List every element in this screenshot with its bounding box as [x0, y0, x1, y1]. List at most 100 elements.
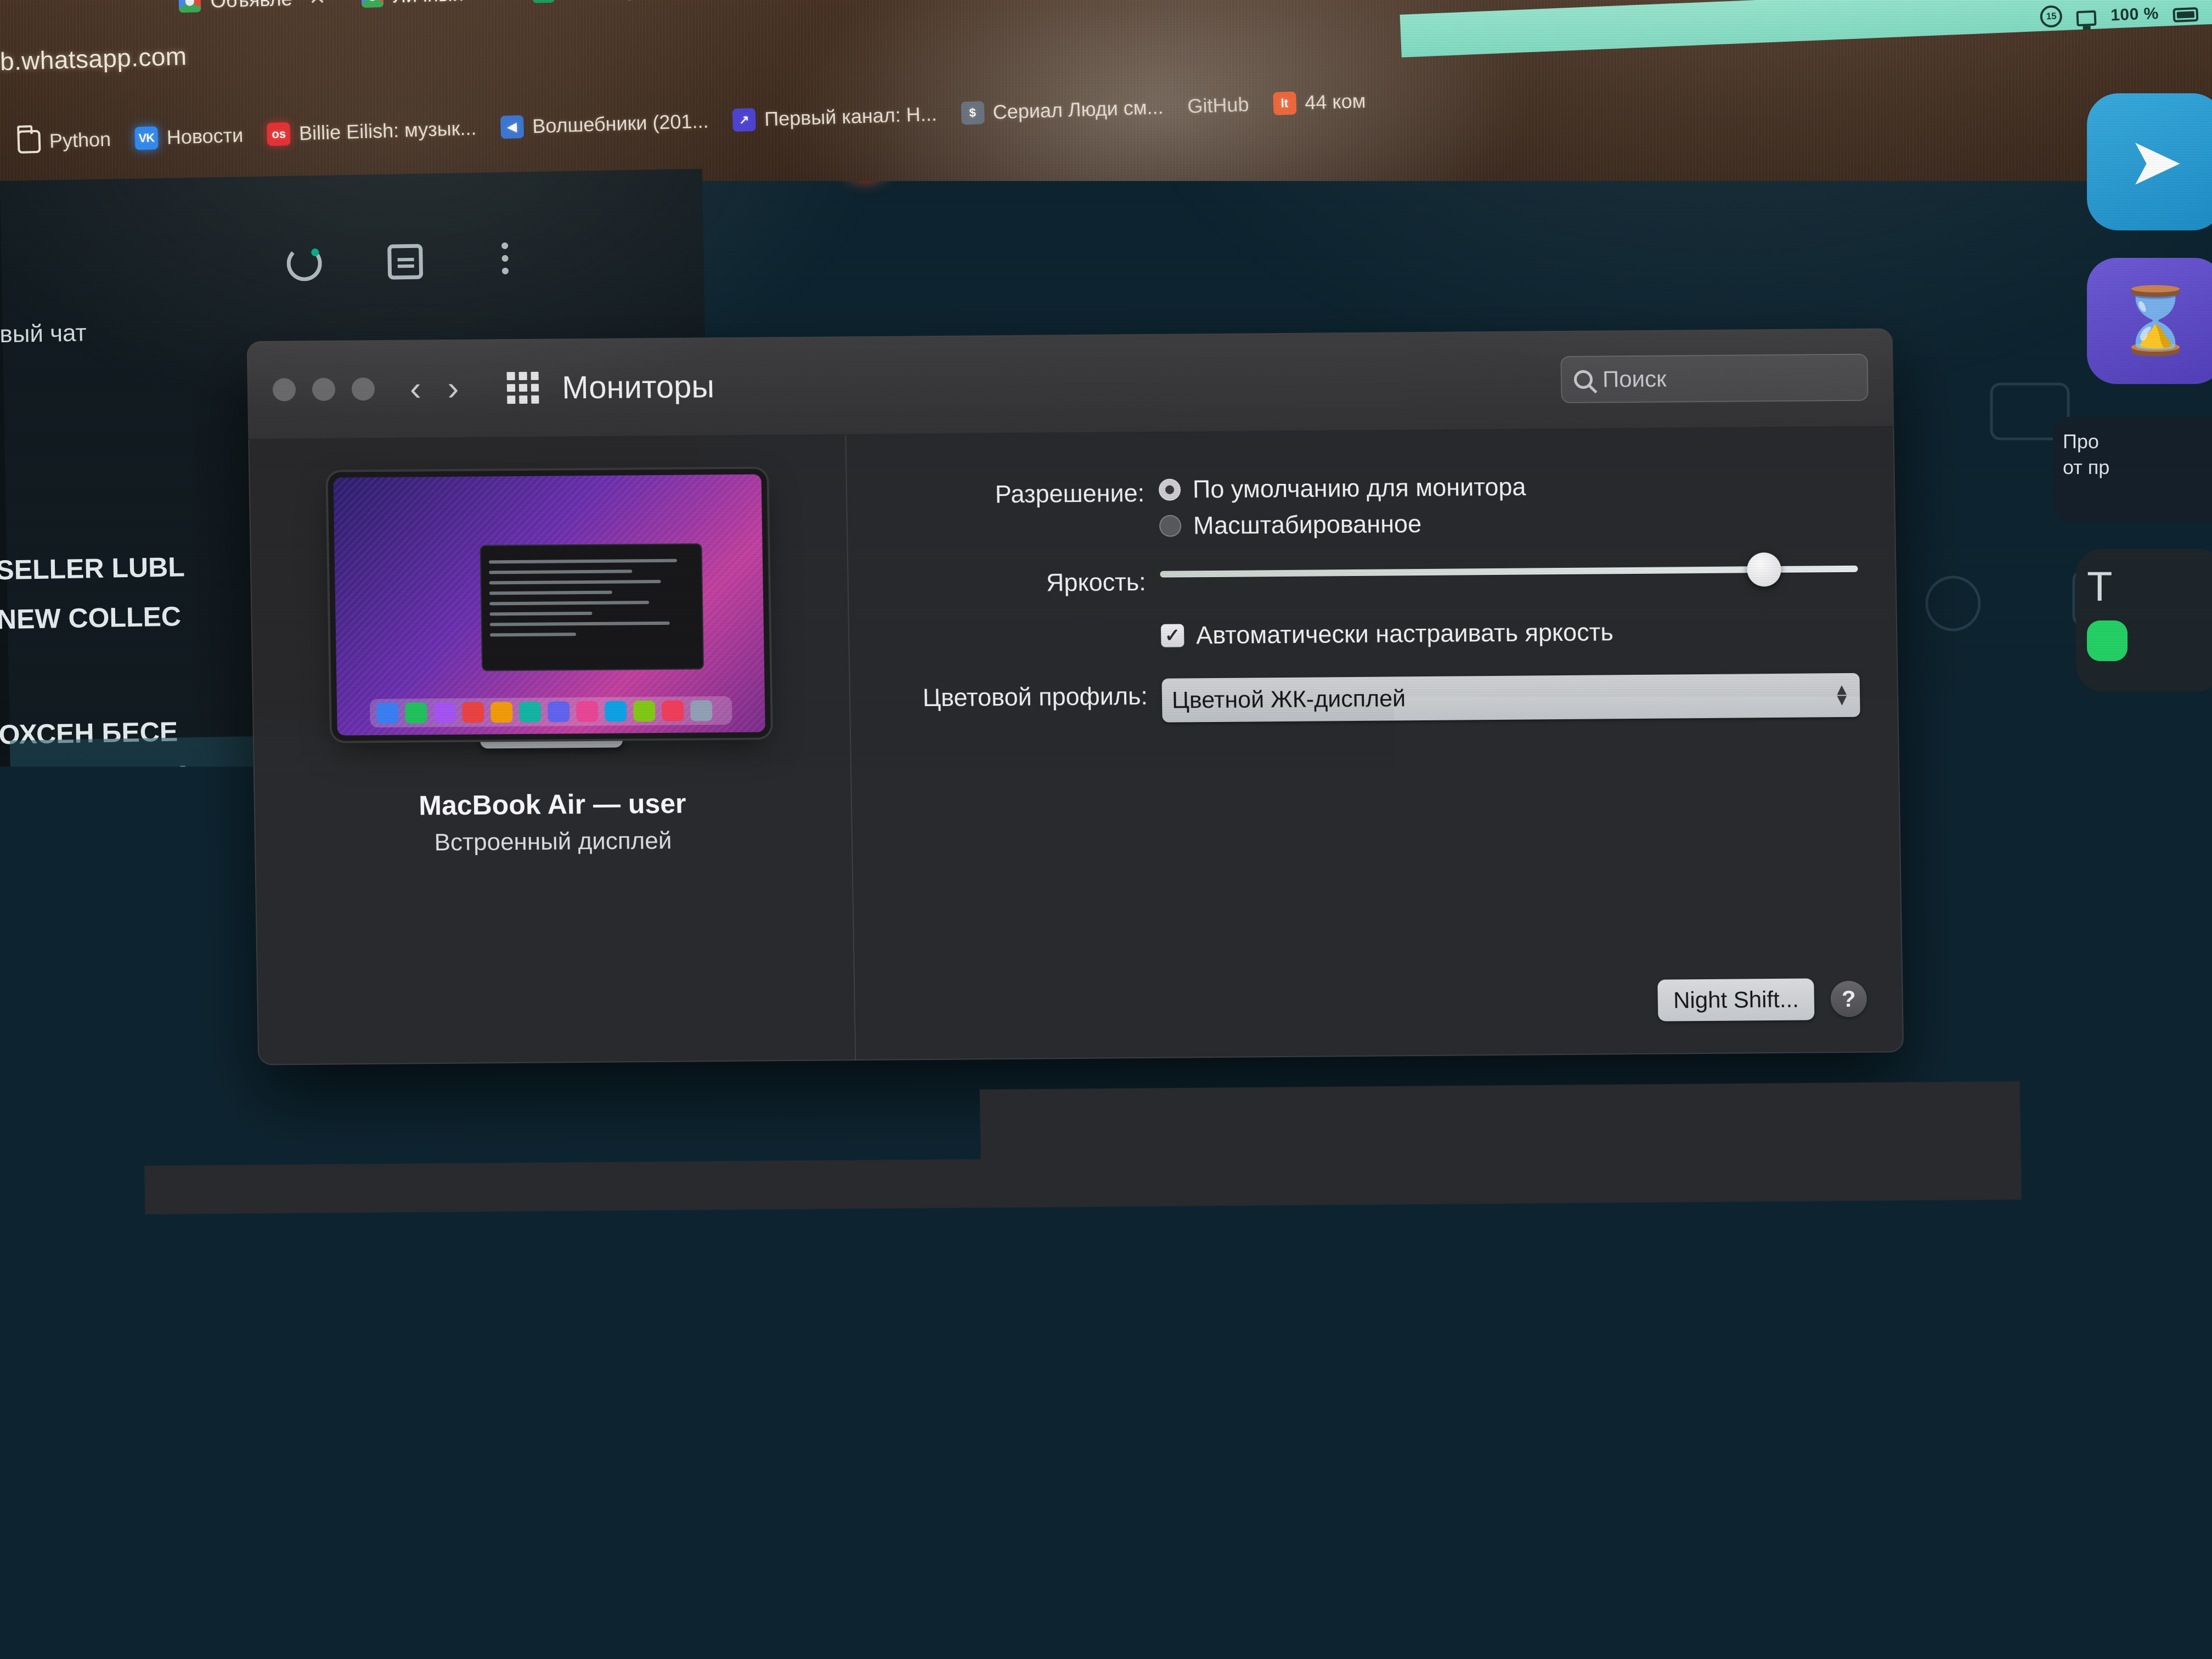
- url-text[interactable]: b.whatsapp.com: [0, 41, 187, 76]
- bookmark-python[interactable]: Python: [5, 127, 123, 154]
- auto-brightness-label: Автоматически настраивать яркость: [1196, 618, 1613, 650]
- promo-line-1: SELLER LUBL: [0, 551, 185, 586]
- chat-title: Первый Сад: [34, 1366, 702, 1408]
- search-placeholder: Поиск: [1602, 366, 1667, 393]
- bookmark-perviy-kanal[interactable]: ↗ Первый канал: Н...: [720, 102, 950, 132]
- display-settings-panel: Разрешение: По умолчанию для монитора Ма…: [846, 427, 1904, 1060]
- brightness-slider[interactable]: [1160, 559, 1858, 578]
- vk-icon: VK: [134, 126, 158, 150]
- bookmark-44-koment[interactable]: lt 44 ком: [1261, 89, 1378, 115]
- radio-label: По умолчанию для монитора: [1193, 473, 1526, 504]
- promo-line-5: Оптом Кроссы: [3, 957, 202, 992]
- chat-list[interactable]: а из Москвы Спасибо 10:44 🔇 71 оссы Сама…: [18, 1178, 724, 1431]
- window-titlebar[interactable]: ‹ › Мониторы Поиск: [247, 328, 1894, 440]
- telegram-icon: ➤: [2128, 124, 2183, 200]
- zoom-button[interactable]: [352, 377, 375, 400]
- bookmark-novosti[interactable]: VK Новости: [122, 123, 256, 150]
- tab-label: Личный: [393, 0, 464, 8]
- chevron-updown-icon[interactable]: ▲ ▼: [1833, 685, 1850, 705]
- calendar-grid[interactable]: П В С 3 4 5 10 11 12 17 18 19 24 25 26: [2059, 1081, 2212, 1268]
- calendar-day[interactable]: 19: [2166, 1203, 2212, 1227]
- folder-icon: [17, 130, 41, 154]
- help-button[interactable]: ?: [1830, 981, 1867, 1018]
- resolution-options[interactable]: По умолчанию для монитора Масштабированн…: [1159, 473, 1527, 540]
- weather-temperature: 13°: [2062, 1427, 2212, 1504]
- bookmark-label: Billie Eilish: музык...: [299, 116, 477, 145]
- calendar-day[interactable]: 11: [2117, 1161, 2167, 1186]
- bookmark-label: Python: [49, 128, 111, 153]
- search-icon: [1574, 370, 1593, 389]
- resolution-label: Разрешение:: [873, 476, 1159, 510]
- play-icon: ◀: [500, 115, 524, 139]
- chat-list-toolbar[interactable]: [286, 224, 672, 297]
- promo-widget[interactable]: Про от пр: [2053, 417, 2212, 521]
- auto-brightness-row[interactable]: ✓ Автоматически настраивать яркость: [1161, 616, 1859, 650]
- window-traffic-lights[interactable]: [273, 377, 375, 401]
- bookmark-label: GitHub: [1187, 93, 1249, 117]
- calendar-day[interactable]: 5: [2166, 1120, 2212, 1145]
- promo-line-a: Про: [2063, 429, 2212, 455]
- radio-icon[interactable]: [1159, 515, 1182, 537]
- message-text: Да брат: [1599, 1606, 1692, 1635]
- window-footer[interactable]: Night Shift... ?: [1657, 978, 1867, 1022]
- bookmark-serial-lyudi[interactable]: $ Сериал Люди см...: [949, 95, 1176, 126]
- calendar-day[interactable]: 17: [2067, 1203, 2117, 1227]
- radio-label: Масштабированное: [1193, 510, 1422, 540]
- menu-icon[interactable]: [501, 242, 511, 278]
- hourglass-widget[interactable]: ⌛: [2087, 258, 2212, 384]
- text-widget[interactable]: T: [2076, 549, 2212, 691]
- navigation-buttons[interactable]: ‹ ›: [409, 369, 459, 408]
- color-profile-select[interactable]: Цветной ЖК-дисплей ▲ ▼: [1161, 673, 1860, 723]
- radio-default-resolution[interactable]: По умолчанию для монитора: [1159, 473, 1526, 504]
- show-all-grid-icon[interactable]: [507, 372, 539, 404]
- brightness-row: Яркость:: [874, 559, 1858, 599]
- chat-list-item[interactable]: оссы Самарддин размер Фото перед отправк…: [19, 1266, 723, 1365]
- night-shift-button[interactable]: Night Shift...: [1657, 978, 1814, 1021]
- calendar-day[interactable]: 12: [2166, 1161, 2212, 1186]
- checkbox-icon[interactable]: ✓: [1161, 624, 1184, 647]
- text-widget-letter: T: [2087, 563, 2212, 611]
- chat-list-item[interactable]: Первый Сад 09:38: [21, 1353, 724, 1431]
- new-chat-icon[interactable]: [387, 244, 423, 280]
- status-icon[interactable]: [286, 246, 322, 281]
- chat-preview: Спасибо: [32, 1228, 699, 1265]
- brightness-label: Яркость:: [874, 565, 1160, 599]
- calendar-day[interactable]: 25: [2117, 1244, 2167, 1268]
- minimize-button[interactable]: [312, 378, 336, 401]
- calendar-day[interactable]: 26: [2166, 1244, 2212, 1268]
- chat-list-item[interactable]: а из Москвы Спасибо 10:44 🔇 71: [18, 1178, 721, 1278]
- forward-button[interactable]: ›: [447, 369, 459, 408]
- color-profile-label: Цветовой профиль:: [876, 679, 1162, 713]
- slider-knob[interactable]: [1747, 552, 1781, 586]
- bookmark-github[interactable]: GitHub: [1175, 93, 1261, 119]
- calendar-day[interactable]: 18: [2117, 1203, 2167, 1227]
- calendar-day-today[interactable]: 10: [2072, 1153, 2112, 1193]
- displays-preferences-window[interactable]: ‹ › Мониторы Поиск MacBook Air — user Вс…: [247, 328, 1904, 1065]
- calendar-day[interactable]: 24: [2067, 1244, 2117, 1268]
- calendar-widget[interactable]: АПРЕЛЬ П В С 3 4 5 10 11 12 17 18 19 24 …: [2059, 1031, 2212, 1339]
- radio-icon[interactable]: [1159, 478, 1181, 500]
- bookmark-volshebniki[interactable]: ◀ Волшебники (201...: [488, 109, 721, 139]
- color-profile-row: Цветовой профиль: Цветной ЖК-дисплей ▲ ▼: [876, 673, 1860, 725]
- radio-scaled-resolution[interactable]: Масштабированное: [1159, 509, 1527, 540]
- message-time: 11:25: [1711, 1618, 1751, 1637]
- calendar-day[interactable]: 4: [2117, 1120, 2167, 1145]
- sheets-favicon-icon: [532, 0, 555, 3]
- promo-line-2: NEW COLLEC: [0, 600, 181, 635]
- close-icon[interactable]: ✕: [473, 0, 504, 4]
- whatsapp-icon: [2087, 620, 2128, 661]
- search-input[interactable]: Поиск: [1560, 354, 1868, 403]
- calendar-day[interactable]: 3: [2067, 1120, 2117, 1145]
- telegram-widget[interactable]: ➤: [2087, 93, 2212, 230]
- back-button[interactable]: ‹: [409, 369, 421, 408]
- weather-condition: Преимущес солнечно: [2062, 1557, 2212, 1607]
- slider-track[interactable]: [1160, 566, 1858, 578]
- screen-photograph: 15 100 % Объявле ✕ Личный ✕ Таблица ✕ Ас…: [0, 0, 2212, 1659]
- close-button[interactable]: [273, 378, 296, 401]
- close-icon[interactable]: ✕: [302, 0, 333, 9]
- display-subtitle: Встроенный дисплей: [434, 827, 672, 856]
- bookmark-billie-eilish[interactable]: os Billie Eilish: музык...: [255, 116, 489, 146]
- avatar[interactable]: [839, 181, 893, 183]
- bookmark-label: 44 ком: [1305, 89, 1366, 114]
- weather-widget[interactable]: Москва 13° ☀ Преимущес солнечно ↓5° ↑14°: [2043, 1383, 2212, 1657]
